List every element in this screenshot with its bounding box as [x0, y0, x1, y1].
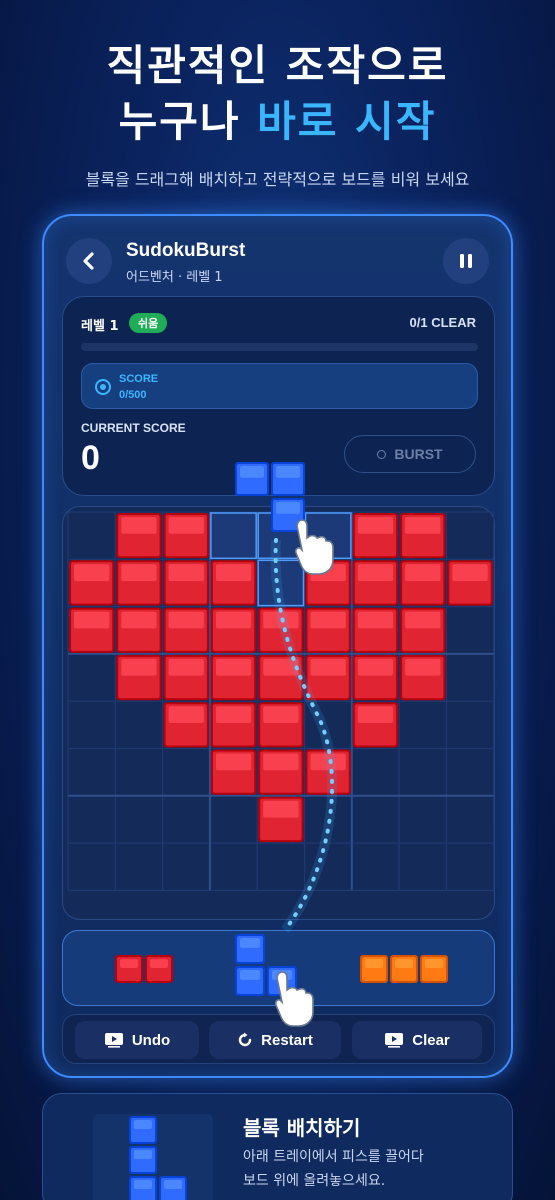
target-icon — [95, 379, 111, 395]
undo-button[interactable]: Undo — [75, 1021, 199, 1059]
red-block — [210, 560, 257, 606]
score-label: SCORE — [119, 373, 159, 385]
burst-icon — [377, 449, 387, 459]
red-block — [116, 513, 162, 559]
red-block — [163, 513, 209, 559]
red-block — [163, 702, 209, 748]
red-block — [258, 796, 304, 843]
app-title: SudokuBurst — [126, 240, 246, 261]
tip-line-1: 아래 트레이에서 피스를 끌어다 — [243, 1149, 424, 1165]
red-block — [258, 607, 304, 653]
board-grid — [67, 511, 495, 891]
app-subtitle: 어드벤처 · 레벨 1 — [126, 270, 223, 285]
video-play-icon — [385, 1033, 404, 1048]
tray-blue-block — [235, 966, 265, 996]
red-block — [352, 702, 399, 748]
red-block — [116, 607, 162, 653]
game-board[interactable] — [62, 506, 495, 920]
tip-line-2: 보드 위에 올려놓으세요. — [243, 1173, 386, 1189]
tip-blue-block — [129, 1176, 157, 1200]
headline-line-2: 누구나 바로 시작 — [0, 94, 555, 150]
clear-count: 0/1 CLEAR — [409, 315, 476, 330]
target-cell — [257, 512, 305, 560]
status-panel: 레벨 1 쉬움 0/1 CLEAR SCORE 0/500 CURRENT SC… — [62, 296, 495, 496]
headline: 직관적인 조작으로 누구나 바로 시작 — [0, 38, 555, 150]
red-block — [258, 702, 304, 748]
red-block — [116, 654, 162, 701]
headline-line-1: 직관적인 조작으로 — [106, 41, 449, 90]
red-block — [305, 749, 351, 795]
red-block — [305, 607, 351, 653]
current-score-label: CURRENT SCORE — [81, 421, 186, 435]
tray-orange-block — [420, 955, 448, 983]
game-screen: SudokuBurst 어드벤처 · 레벨 1 레벨 1 쉬움 0/1 CLEA… — [42, 214, 513, 1078]
red-block — [258, 749, 304, 795]
red-block — [400, 607, 446, 653]
tray-orange-block — [390, 955, 418, 983]
pause-button[interactable] — [443, 238, 489, 284]
red-block — [163, 607, 209, 653]
tray-red-block — [145, 955, 173, 983]
red-block — [210, 749, 257, 795]
headline-accent: 바로 시작 — [257, 97, 437, 146]
video-play-icon — [104, 1033, 123, 1048]
tip-title: 블록 배치하기 — [243, 1116, 361, 1140]
tray-blue-block — [267, 966, 297, 996]
red-block — [258, 654, 304, 701]
current-score-value: 0 — [81, 439, 100, 477]
clear-label: Clear — [412, 1031, 450, 1049]
red-block — [305, 654, 351, 701]
red-block — [447, 560, 493, 606]
score-goal-value: 0/500 — [119, 389, 147, 401]
tip-blue-block — [129, 1146, 157, 1174]
red-block — [352, 607, 399, 653]
red-block — [305, 560, 351, 606]
difficulty-badge: 쉬움 — [129, 313, 168, 333]
red-block — [400, 654, 446, 701]
undo-label: Undo — [131, 1031, 171, 1049]
red-block — [352, 513, 399, 559]
red-block — [163, 654, 209, 701]
piece-tray — [62, 930, 495, 1006]
red-block — [210, 702, 257, 748]
back-button[interactable] — [66, 238, 112, 284]
restart-label: Restart — [261, 1031, 313, 1049]
red-block — [69, 607, 115, 653]
red-block — [163, 560, 209, 606]
pause-icon — [460, 254, 472, 268]
burst-button[interactable]: BURST — [344, 435, 476, 473]
headline-plain: 누구나 — [118, 97, 258, 146]
tray-pieces — [115, 934, 448, 996]
subtitle: 블록을 드래그해 배치하고 전략적으로 보드를 비워 보세요 — [85, 170, 470, 189]
action-bar: Undo Restart Clear — [62, 1014, 495, 1064]
red-block — [400, 560, 446, 606]
burst-label: BURST — [394, 446, 443, 462]
red-block — [69, 560, 115, 606]
tip-blue-block — [129, 1116, 157, 1144]
restart-icon — [238, 1032, 252, 1047]
restart-button[interactable]: Restart — [209, 1021, 341, 1059]
tray-red-block — [115, 955, 143, 983]
red-block — [352, 654, 399, 701]
red-block — [352, 560, 399, 606]
target-cell — [257, 559, 305, 607]
chevron-left-icon — [83, 252, 94, 270]
target-cell — [304, 512, 352, 560]
red-block — [210, 607, 257, 653]
red-block — [400, 513, 446, 559]
l-piece-illustration — [93, 1114, 213, 1200]
level-progress-bar — [81, 343, 478, 351]
level-label: 레벨 1 — [81, 319, 119, 334]
tip-blue-block — [159, 1176, 187, 1200]
score-goal-box: SCORE 0/500 — [81, 363, 478, 409]
tray-blue-block — [235, 934, 265, 964]
red-block — [210, 654, 257, 701]
target-cell — [210, 512, 257, 560]
tray-orange-block — [360, 955, 388, 983]
clear-button[interactable]: Clear — [352, 1021, 482, 1059]
red-block — [116, 560, 162, 606]
tip-card: 블록 배치하기 아래 트레이에서 피스를 끌어다 보드 위에 올려놓으세요. — [42, 1093, 513, 1200]
